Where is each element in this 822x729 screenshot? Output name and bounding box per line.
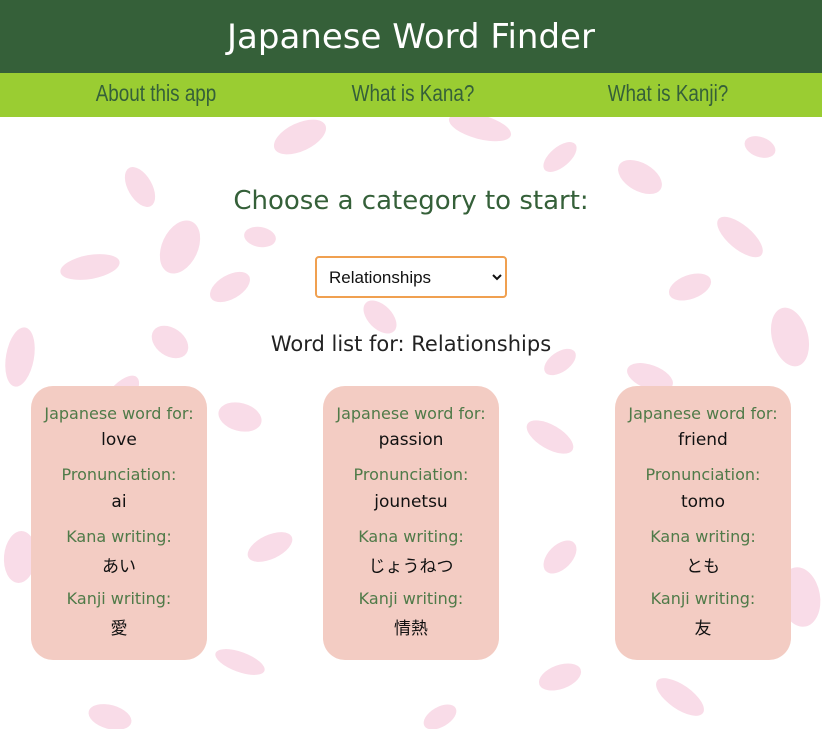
nav-link-about[interactable]: About this app — [66, 73, 246, 117]
kanji-value: 情熱 — [394, 619, 428, 639]
pronunciation-value: ai — [111, 492, 127, 512]
kanji-label: Kanji writing: — [650, 589, 756, 608]
word-for-label: Japanese word for: — [336, 404, 486, 423]
kanji-label: Kanji writing: — [358, 589, 464, 608]
kana-value: あい — [102, 557, 136, 577]
pronunciation-label: Pronunciation: — [61, 465, 177, 484]
word-card: Japanese word for: passion Pronunciation… — [323, 386, 499, 660]
word-for-label: Japanese word for: — [628, 404, 778, 423]
kanji-label: Kanji writing: — [66, 589, 172, 608]
word-list-title: Word list for: Relationships — [270, 332, 552, 356]
category-select[interactable]: Relationships — [315, 256, 507, 298]
category-prompt: Choose a category to start: — [233, 186, 589, 216]
english-word: passion — [378, 430, 444, 450]
kana-label: Kana writing: — [66, 527, 172, 546]
kanji-value: 愛 — [110, 619, 128, 639]
nav-link-what-is-kanji[interactable]: What is Kanji? — [578, 73, 758, 117]
english-word: friend — [678, 430, 728, 450]
word-card: Japanese word for: friend Pronunciation:… — [615, 386, 791, 660]
app-title: Japanese Word Finder — [227, 16, 595, 57]
word-for-label: Japanese word for: — [44, 404, 194, 423]
pronunciation-label: Pronunciation: — [645, 465, 761, 484]
pronunciation-value: jounetsu — [374, 492, 448, 512]
nav-bar: About this app What is Kana? What is Kan… — [0, 73, 822, 117]
kana-value: じょうねつ — [368, 557, 454, 577]
pronunciation-value: tomo — [680, 492, 726, 512]
kana-value: とも — [686, 557, 720, 577]
english-word: love — [101, 430, 137, 450]
kana-label: Kana writing: — [358, 527, 464, 546]
nav-link-what-is-kana[interactable]: What is Kana? — [323, 73, 503, 117]
word-card: Japanese word for: love Pronunciation: a… — [31, 386, 207, 660]
kana-label: Kana writing: — [650, 527, 756, 546]
app-header: Japanese Word Finder — [0, 0, 822, 73]
pronunciation-label: Pronunciation: — [353, 465, 469, 484]
kanji-value: 友 — [694, 619, 712, 639]
category-select-wrapper: Relationships — [315, 256, 507, 298]
